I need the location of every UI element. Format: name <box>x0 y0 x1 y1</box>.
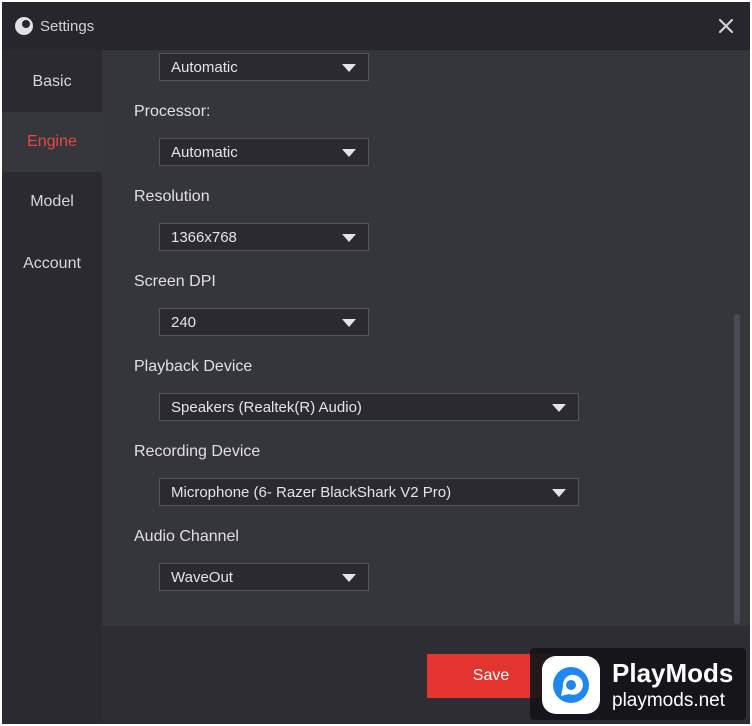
watermark-name: PlayMods <box>612 658 734 688</box>
recording-device-select[interactable]: Microphone (6- Razer BlackShark V2 Pro) <box>159 478 579 506</box>
chevron-down-icon <box>342 234 356 242</box>
processor-label: Processor: <box>134 103 211 120</box>
chevron-down-icon <box>342 64 356 72</box>
sidebar-item-account[interactable]: Account <box>2 234 102 294</box>
chevron-down-icon <box>552 489 566 497</box>
settings-window: Settings Basic Engine Model Account Auto… <box>2 2 750 724</box>
playback-device-select[interactable]: Speakers (Realtek(R) Audio) <box>159 393 579 421</box>
vertical-scrollbar[interactable] <box>734 314 740 624</box>
title-bar: Settings <box>2 2 750 50</box>
processor-select[interactable]: Automatic <box>159 138 369 166</box>
recording-device-value: Microphone (6- Razer BlackShark V2 Pro) <box>171 484 452 501</box>
audio-channel-label: Audio Channel <box>134 528 239 545</box>
top-select[interactable]: Automatic <box>159 53 369 81</box>
sidebar-item-model[interactable]: Model <box>2 172 102 232</box>
playback-device-label: Playback Device <box>134 358 253 375</box>
sidebar-item-engine[interactable]: Engine <box>2 112 102 172</box>
chevron-down-icon <box>342 574 356 582</box>
resolution-value: 1366x768 <box>171 229 237 246</box>
app-logo-icon <box>15 17 33 35</box>
chevron-down-icon <box>552 404 566 412</box>
screen-dpi-label: Screen DPI <box>134 273 216 290</box>
chevron-down-icon <box>342 149 356 157</box>
playback-device-value: Speakers (Realtek(R) Audio) <box>171 399 362 416</box>
resolution-select[interactable]: 1366x768 <box>159 223 369 251</box>
engine-settings-panel: Automatic Processor: Automatic Resolutio… <box>102 50 750 626</box>
top-select-value: Automatic <box>171 59 238 76</box>
playmods-watermark: PlayMods playmods.net <box>530 648 746 720</box>
chevron-down-icon <box>342 319 356 327</box>
processor-value: Automatic <box>171 144 238 161</box>
audio-channel-select[interactable]: WaveOut <box>159 563 369 591</box>
close-icon[interactable] <box>714 14 738 38</box>
window-title: Settings <box>40 18 95 35</box>
resolution-label: Resolution <box>134 188 210 205</box>
playmods-logo-icon <box>542 656 600 714</box>
recording-device-label: Recording Device <box>134 443 261 460</box>
screen-dpi-value: 240 <box>171 314 197 331</box>
audio-channel-value: WaveOut <box>171 569 233 586</box>
settings-sidebar: Basic Engine Model Account <box>2 50 102 724</box>
watermark-url: playmods.net <box>612 690 726 711</box>
sidebar-item-basic[interactable]: Basic <box>2 52 102 112</box>
screen-dpi-select[interactable]: 240 <box>159 308 369 336</box>
